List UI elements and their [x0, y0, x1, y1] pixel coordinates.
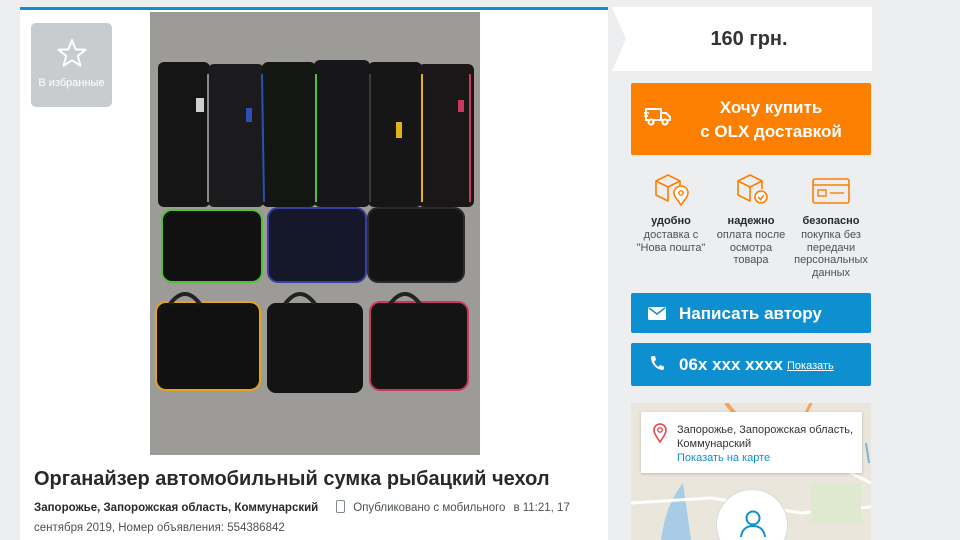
favorites-label: В избранные [38, 77, 105, 89]
delivery-features: удобно доставка с "Нова пошта" надежно о… [631, 165, 871, 280]
buy-with-delivery-button[interactable]: Хочу купить с OLX доставкой [631, 83, 871, 155]
listing-title: Органайзер автомобильный сумка рыбацкий … [34, 468, 550, 490]
feature-desc: покупка без передачи персональных данных [794, 229, 868, 279]
buy-button-label: Хочу купить с OLX доставкой [681, 96, 861, 144]
price-box: 160 грн. [612, 7, 872, 71]
location-card: Запорожье, Запорожская область, Коммунар… [641, 412, 862, 473]
buy-line1: Хочу купить [719, 98, 823, 117]
show-on-map-link[interactable]: Показать на карте [677, 452, 770, 464]
envelope-icon [648, 307, 666, 320]
feature-title: удобно [651, 215, 691, 227]
show-phone-link[interactable]: Показать [787, 343, 834, 390]
feature-desc: оплата после осмотра товара [716, 229, 786, 266]
phone-icon [651, 356, 664, 370]
box-check-icon [737, 174, 768, 204]
message-author-button[interactable]: Написать автору [631, 293, 871, 333]
truck-icon [644, 108, 671, 126]
box-pin-icon [655, 174, 689, 207]
mobile-icon [336, 500, 346, 513]
user-icon [740, 510, 766, 538]
buy-line2: с OLX доставкой [700, 122, 842, 141]
feature-reliable: надежно оплата после осмотра товара [711, 165, 791, 267]
published-via: Опубликовано с мобильного [353, 502, 506, 514]
listing-location[interactable]: Запорожье, Запорожская область, Коммунар… [34, 502, 318, 514]
listing-meta: Запорожье, Запорожская область, Коммунар… [34, 498, 599, 538]
price: 160 грн. [710, 28, 788, 50]
map-address: Запорожье, Запорожская область, Коммунар… [677, 424, 854, 450]
phone-button[interactable]: 06x xxx xxxx Показать [631, 343, 871, 386]
star-icon [57, 39, 86, 67]
feature-desc: доставка с "Нова пошта" [636, 229, 706, 254]
location-map[interactable]: Запорожье, Запорожская область, Коммунар… [631, 403, 871, 540]
listing-card: В избранные Органайзер автомобильный сум… [20, 7, 608, 540]
card-icon [812, 178, 850, 204]
add-to-favorites-button[interactable]: В избранные [31, 23, 112, 107]
listing-photo[interactable] [150, 12, 480, 455]
message-button-label: Написать автору [679, 304, 822, 323]
feature-safe: безопасно покупка без передачи персональ… [791, 165, 871, 279]
phone-number: 06x xxx xxxx [679, 355, 783, 374]
feature-title: надежно [727, 215, 775, 227]
location-pin-icon [653, 423, 667, 443]
feature-title: безопасно [802, 215, 860, 227]
feature-convenient: удобно доставка с "Нова пошта" [631, 165, 711, 254]
